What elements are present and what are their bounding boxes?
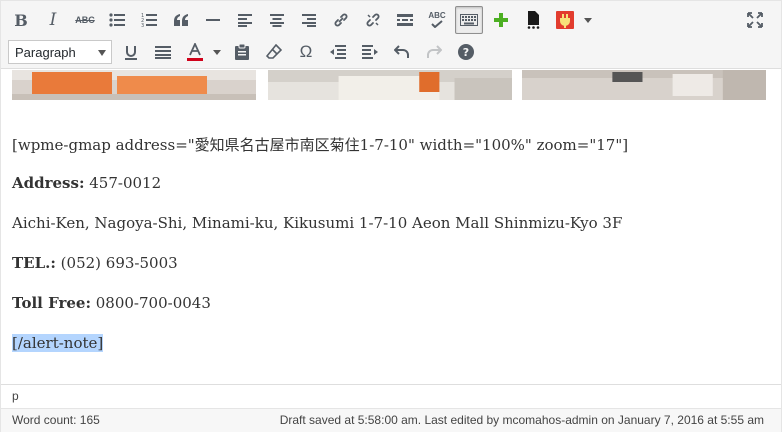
element-path[interactable]: p — [12, 389, 19, 403]
underline-button[interactable] — [117, 38, 145, 66]
format-select-value: Paragraph — [15, 44, 76, 60]
spellcheck-button[interactable]: ABC — [423, 6, 451, 34]
plus-icon — [494, 13, 508, 27]
justify-button[interactable] — [149, 38, 177, 66]
underline-icon — [125, 45, 137, 60]
align-left-icon — [238, 13, 252, 27]
toolbar-toggle-button[interactable] — [455, 6, 483, 34]
text-color-caret-icon[interactable] — [213, 50, 221, 55]
address-paragraph: Address: 457-0012 — [12, 174, 161, 192]
bold-icon: B — [14, 10, 28, 30]
eraser-icon — [266, 44, 282, 59]
bold-button[interactable]: B — [7, 6, 35, 34]
tel-paragraph: TEL.: (052) 693-5003 — [12, 254, 178, 272]
align-right-icon — [302, 13, 316, 27]
tollfree-value: 0800-700-0043 — [90, 294, 211, 312]
checkmark-icon — [431, 20, 443, 28]
text-color-button[interactable] — [181, 38, 209, 66]
closing-shortcode-line: [/alert-note] — [12, 334, 104, 352]
chevron-down-icon — [98, 50, 106, 56]
gallery-image-1 — [12, 70, 256, 100]
paragraph-format-select[interactable]: Paragraph — [8, 40, 112, 64]
omega-icon: Ω — [299, 42, 313, 61]
plugin-dropdown-caret-icon[interactable] — [584, 18, 592, 23]
document-plugin-button[interactable] — [519, 6, 547, 34]
tel-value: (052) 693-5003 — [55, 254, 178, 272]
gallery-image-2 — [268, 70, 512, 100]
link-icon — [334, 13, 348, 27]
toolbar-row-1: B I ABC 123 ABC — [1, 4, 781, 36]
address-line: Aichi-Ken, Nagoya-Shi, Minami-ku, Kikusu… — [12, 214, 623, 232]
toolbar-row-2: Paragraph Ω ? — [1, 36, 781, 68]
svg-text:3: 3 — [141, 23, 144, 27]
read-more-button[interactable] — [391, 6, 419, 34]
bulleted-list-button[interactable] — [103, 6, 131, 34]
tollfree-label: Toll Free: — [12, 294, 91, 312]
tinymce-editor: B I ABC 123 ABC Paragraph Ω ? [wpme-gmap… — [0, 0, 782, 432]
word-count: Word count: 165 — [12, 413, 100, 427]
numbered-list-button[interactable]: 123 — [135, 6, 163, 34]
selected-text: [/alert-note] — [12, 334, 104, 352]
gallery-image-3 — [522, 70, 766, 100]
strikethrough-icon: ABC — [75, 15, 95, 25]
italic-button[interactable]: I — [39, 6, 67, 34]
svg-text:?: ? — [463, 46, 469, 59]
align-center-icon — [270, 13, 284, 27]
align-center-button[interactable] — [263, 6, 291, 34]
draft-saved-status: Draft saved at 5:58:00 am. Last edited b… — [279, 413, 764, 427]
strikethrough-button[interactable]: ABC — [71, 6, 99, 34]
tollfree-paragraph: Toll Free: 0800-700-0043 — [12, 294, 211, 312]
editor-content-area[interactable]: [wpme-gmap address="愛知県名古屋市南区菊住1-7-10" w… — [1, 70, 781, 383]
editor-toolbar: B I ABC 123 ABC Paragraph Ω ? — [1, 1, 781, 69]
justify-icon — [155, 45, 171, 59]
align-left-button[interactable] — [231, 6, 259, 34]
bulleted-list-icon — [109, 13, 125, 27]
tel-label: TEL.: — [12, 254, 56, 272]
element-path-bar: p — [1, 384, 781, 408]
address-value: 457-0012 — [84, 174, 162, 192]
align-right-button[interactable] — [295, 6, 323, 34]
spellcheck-label: ABC — [428, 11, 446, 20]
keyboard-icon — [460, 14, 478, 26]
unlink-icon — [366, 13, 380, 27]
undo-button[interactable] — [388, 38, 416, 66]
blockquote-button[interactable] — [167, 6, 195, 34]
paste-as-text-button[interactable] — [228, 38, 256, 66]
redo-icon — [427, 45, 442, 58]
horizontal-line-button[interactable] — [199, 6, 227, 34]
shortcode-line: [wpme-gmap address="愛知県名古屋市南区菊住1-7-10" w… — [12, 136, 629, 154]
fullscreen-icon — [747, 12, 763, 28]
keyboard-shortcuts-help-button[interactable]: ? — [452, 38, 480, 66]
special-character-button[interactable]: Ω — [292, 38, 320, 66]
clipboard-icon — [235, 44, 249, 60]
document-icon — [527, 11, 540, 29]
plugin-icon — [556, 11, 574, 29]
help-icon: ? — [458, 44, 474, 60]
undo-icon — [394, 45, 409, 58]
indent-button[interactable] — [356, 38, 384, 66]
text-color-icon — [187, 43, 203, 61]
indent-icon — [362, 45, 378, 59]
address-label: Address: — [12, 174, 85, 192]
italic-icon: I — [49, 10, 57, 30]
fullscreen-button[interactable] — [741, 6, 769, 34]
numbered-list-icon: 123 — [141, 13, 157, 27]
horizontal-line-icon — [206, 19, 220, 21]
outdent-button[interactable] — [324, 38, 352, 66]
outdent-icon — [330, 45, 346, 59]
insert-link-button[interactable] — [327, 6, 355, 34]
read-more-icon — [397, 14, 413, 26]
editor-status-bar: Word count: 165 Draft saved at 5:58:00 a… — [1, 408, 781, 432]
clear-formatting-button[interactable] — [260, 38, 288, 66]
redo-button[interactable] — [420, 38, 448, 66]
add-shortcode-button[interactable] — [487, 6, 515, 34]
remove-link-button[interactable] — [359, 6, 387, 34]
quote-icon — [174, 14, 188, 26]
plugin-menu-button[interactable] — [551, 6, 579, 34]
